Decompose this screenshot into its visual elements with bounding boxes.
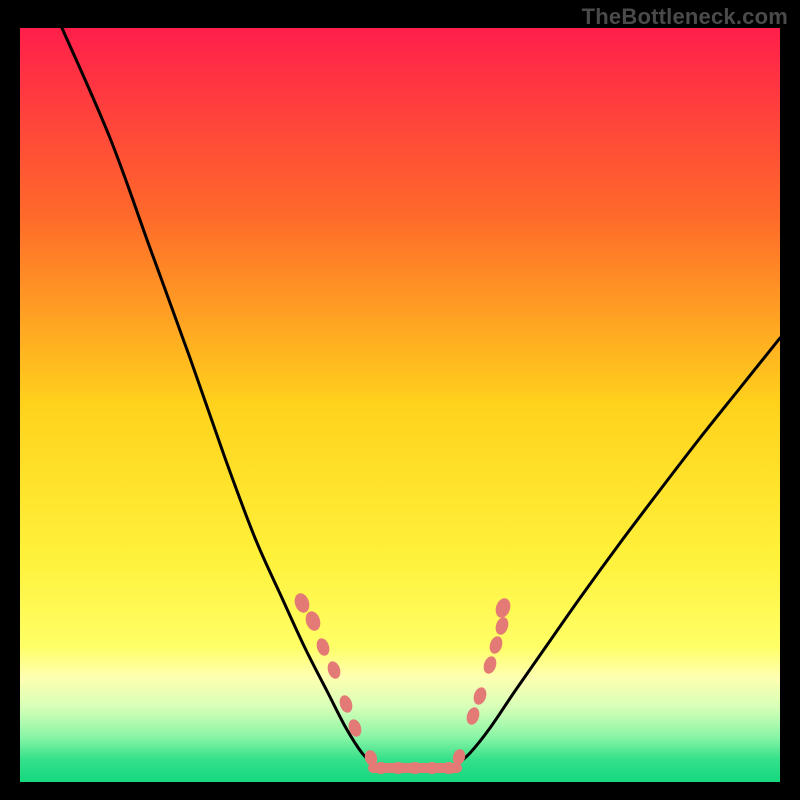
bottom-mark-4	[442, 762, 456, 774]
plot-area	[20, 28, 780, 782]
bottom-mark-1	[391, 762, 405, 774]
bottom-mark-0	[374, 762, 388, 774]
chart-container: TheBottleneck.com	[0, 0, 800, 800]
bottom-mark-3	[425, 762, 439, 774]
gradient-background	[20, 28, 780, 782]
bottom-mark-2	[408, 762, 422, 774]
attribution-label: TheBottleneck.com	[582, 4, 788, 30]
chart-svg	[20, 28, 780, 782]
